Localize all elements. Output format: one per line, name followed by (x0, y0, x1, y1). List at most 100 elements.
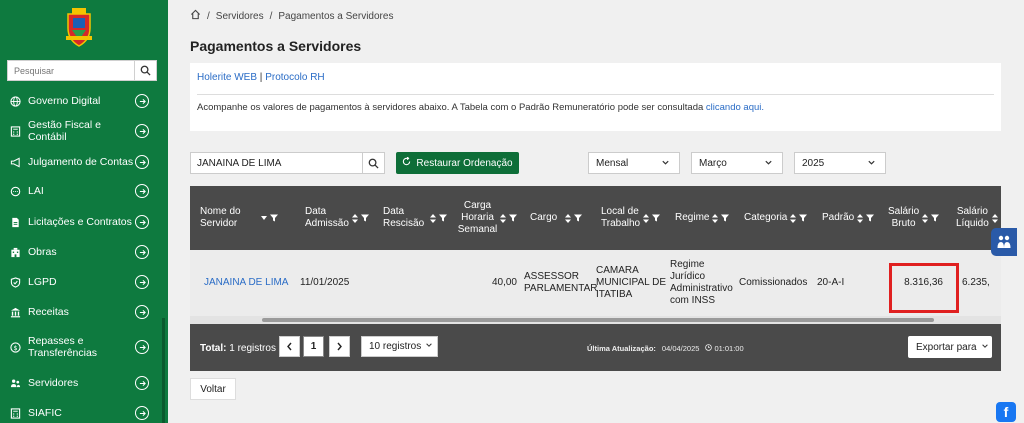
breadcrumb-item[interactable]: Servidores (216, 11, 264, 22)
cell-carga: 40,00 (491, 277, 517, 288)
sidebar-item-siafic[interactable]: SIAFIC (0, 405, 168, 421)
sort-icon[interactable] (430, 213, 437, 223)
sidebar-item-obras[interactable]: Obras (0, 244, 168, 260)
sidebar-item-lgpd[interactable]: LGPD (0, 274, 168, 290)
filter-icon[interactable] (360, 214, 369, 222)
calculator-icon (9, 407, 21, 419)
sidebar-item-label: LAI (28, 185, 44, 197)
chevron-down-icon (764, 158, 773, 170)
sidebar-item-label: Receitas (28, 306, 69, 318)
document-icon (9, 216, 21, 228)
filter-icon[interactable] (799, 214, 808, 222)
chevron-right-icon (135, 305, 149, 319)
sort-icon[interactable] (922, 213, 929, 223)
padrao-remuneratorio-link[interactable]: clicando aqui. (706, 102, 764, 113)
sidebar-scrollbar[interactable] (162, 318, 165, 423)
highlight-box (889, 263, 959, 313)
sidebar-item-label: Julgamento de Contas (28, 156, 134, 168)
sort-icon[interactable] (565, 213, 572, 223)
column-header-admissao[interactable]: Data Admissão (305, 186, 370, 250)
sort-icon[interactable] (643, 213, 650, 223)
filter-icon[interactable] (509, 214, 518, 222)
sidebar-item-label: Gestão Fiscal e Contábil (28, 119, 101, 143)
next-page-button[interactable] (329, 336, 350, 357)
facebook-icon[interactable]: f (996, 402, 1016, 422)
month-select[interactable]: Março (691, 152, 783, 174)
export-dropdown[interactable]: Exportar para (908, 336, 992, 358)
table-horizontal-scrollbar[interactable] (190, 316, 1001, 324)
sort-icon[interactable] (991, 213, 998, 223)
filter-icon[interactable] (721, 214, 730, 222)
prev-page-button[interactable] (279, 336, 300, 357)
search-icon[interactable] (362, 153, 384, 173)
back-button[interactable]: Voltar (190, 378, 236, 400)
restore-order-button[interactable]: Restaurar Ordenação (396, 152, 519, 174)
sidebar-item-label: SIAFIC (28, 407, 62, 419)
cell-nome[interactable]: JANAINA DE LIMA (204, 250, 294, 316)
sidebar-item-servidores[interactable]: Servidores (0, 375, 168, 391)
chevron-right-icon (135, 340, 149, 354)
chevron-down-icon (867, 158, 876, 170)
payments-table: Nome do Servidor Data Admissão Data Rescisã… (190, 186, 1001, 371)
column-header-padrao[interactable]: Padrão (822, 186, 877, 250)
table-header: Nome do Servidor Data Admissão Data Rescisã… (190, 186, 1001, 250)
holerite-web-link[interactable]: Holerite WEB (197, 72, 257, 83)
search-input[interactable] (191, 153, 359, 173)
home-icon[interactable] (190, 9, 201, 23)
accessibility-icon[interactable] (991, 228, 1017, 256)
column-header-cargo[interactable]: Cargo (530, 186, 600, 250)
scrollbar-thumb[interactable] (262, 318, 934, 322)
sort-icon[interactable] (351, 213, 358, 223)
filter-icon[interactable] (652, 214, 661, 222)
column-header-local[interactable]: Local de Trabalho (601, 186, 671, 250)
column-header-regime[interactable]: Regime (675, 186, 737, 250)
filter-icon[interactable] (931, 214, 940, 222)
period-select[interactable]: Mensal (588, 152, 680, 174)
calculator-icon (9, 125, 21, 137)
column-header-bruto[interactable]: Salário Bruto (888, 186, 948, 250)
sidebar-item-julgamento-contas[interactable]: Julgamento de Contas (0, 154, 168, 170)
cell-liquido: 6.235, (962, 277, 990, 288)
sort-icon[interactable] (500, 213, 507, 223)
column-header-nome[interactable]: Nome do Servidor (200, 186, 290, 250)
filter-icon[interactable] (574, 214, 583, 222)
filter-icon[interactable] (269, 214, 278, 222)
year-select[interactable]: 2025 (794, 152, 886, 174)
refresh-icon (402, 156, 411, 169)
svg-text:$: $ (13, 343, 17, 351)
users-icon (9, 377, 21, 389)
info-description: Acompanhe os valores de pagamentos à ser… (197, 102, 704, 113)
filter-icon[interactable] (439, 214, 448, 222)
chevron-right-icon (135, 376, 149, 390)
sidebar-item-governo-digital[interactable]: Governo Digital (0, 93, 168, 109)
clock-icon (705, 344, 713, 353)
column-header-carga[interactable]: Carga Horaria Semanal (455, 186, 520, 250)
cell-cargo: ASSESSOR PARLAMENTAR (524, 271, 598, 294)
sidebar-search-input[interactable] (8, 61, 136, 80)
chevron-right-icon (135, 184, 149, 198)
breadcrumb-item: Pagamentos a Servidores (278, 10, 394, 22)
sort-icon[interactable] (712, 213, 719, 223)
sidebar-item-label: LGPD (28, 276, 57, 288)
sidebar-item-label: Repasses e Transferências (28, 335, 98, 359)
chevron-right-icon (135, 155, 149, 169)
sidebar-item-label: Governo Digital (28, 95, 101, 107)
sidebar-item-licitacoes[interactable]: Licitações e Contratos (0, 214, 168, 230)
sidebar-item-lai[interactable]: LAI (0, 183, 168, 199)
page-number-button[interactable]: 1 (303, 336, 324, 357)
column-header-categoria[interactable]: Categoria (744, 186, 816, 250)
chevron-right-icon (135, 275, 149, 289)
megaphone-icon (9, 156, 21, 168)
column-header-rescisao[interactable]: Data Rescisão (383, 186, 448, 250)
sidebar-item-repasses[interactable]: $ Repasses e Transferências (0, 334, 168, 360)
sort-desc-icon[interactable] (260, 215, 267, 221)
filter-icon[interactable] (866, 214, 875, 222)
sidebar-item-gestao-fiscal[interactable]: Gestão Fiscal e Contábil (0, 119, 168, 143)
sort-icon[interactable] (790, 213, 797, 223)
sort-icon[interactable] (857, 213, 864, 223)
search-icon[interactable] (134, 61, 156, 80)
sidebar-item-receitas[interactable]: Receitas (0, 304, 168, 320)
protocolo-rh-link[interactable]: Protocolo RH (265, 72, 324, 83)
sidebar: Governo Digital Gestão Fiscal e Contábil… (0, 0, 168, 423)
records-per-page-select[interactable]: 10 registros (361, 336, 438, 357)
